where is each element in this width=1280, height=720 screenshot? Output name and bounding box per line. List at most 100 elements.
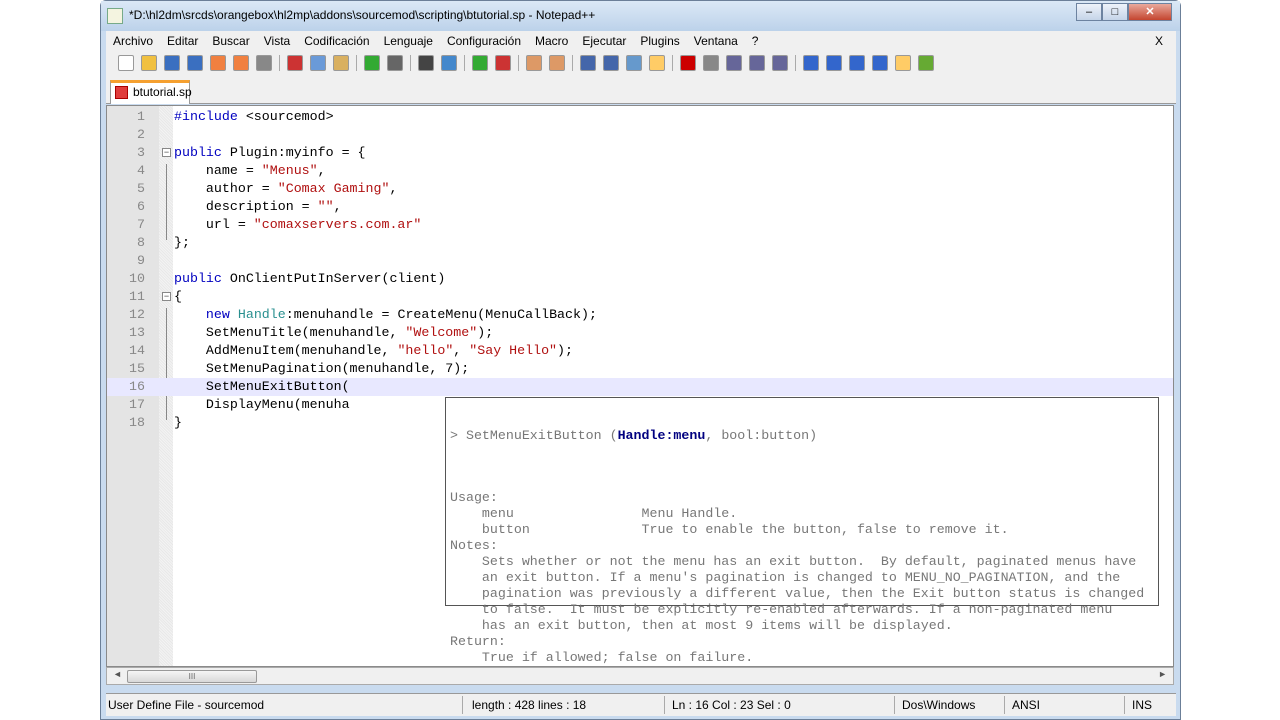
show-all-chars-icon[interactable] bbox=[603, 54, 619, 71]
scroll-left-icon[interactable]: ◄ bbox=[113, 669, 122, 679]
code-line[interactable]: 7 url = "comaxservers.com.ar" bbox=[107, 216, 1173, 234]
code-line[interactable]: 12 new Handle:menuhandle = CreateMenu(Me… bbox=[107, 306, 1173, 324]
save-icon[interactable] bbox=[164, 54, 180, 71]
indent-guide-icon[interactable] bbox=[626, 54, 642, 71]
line-number: 3 bbox=[137, 145, 145, 160]
find-icon[interactable] bbox=[418, 54, 434, 71]
menu-configuracin[interactable]: Configuración bbox=[440, 34, 528, 48]
menu-plugins[interactable]: Plugins bbox=[633, 34, 686, 48]
code-line[interactable]: 5 author = "Comax Gaming", bbox=[107, 180, 1173, 198]
close-icon[interactable] bbox=[210, 54, 226, 71]
notepadpp-window: *D:\hl2dm\srcds\orangebox\hl2mp\addons\s… bbox=[100, 0, 1181, 720]
close-document-button[interactable]: X bbox=[1148, 34, 1170, 48]
fold-collapse-icon[interactable]: − bbox=[162, 148, 171, 157]
code-line[interactable]: 16 SetMenuExitButton( bbox=[107, 378, 1173, 396]
save-macro-icon[interactable] bbox=[772, 54, 788, 71]
open-file-icon[interactable] bbox=[141, 54, 157, 71]
menu-editar[interactable]: Editar bbox=[160, 34, 205, 48]
code-text: SetMenuExitButton( bbox=[174, 378, 350, 396]
menu-macro[interactable]: Macro bbox=[528, 34, 575, 48]
code-line[interactable]: 9 bbox=[107, 252, 1173, 270]
code-text: { bbox=[174, 288, 182, 306]
line-number: 10 bbox=[129, 271, 145, 286]
zoom-in-icon[interactable] bbox=[472, 54, 488, 71]
calltip-line: True if allowed; false on failure. bbox=[450, 650, 754, 665]
document-map-icon[interactable] bbox=[895, 54, 911, 71]
word-wrap-icon[interactable] bbox=[580, 54, 596, 71]
spell-check-icon[interactable] bbox=[918, 54, 934, 71]
toolbar bbox=[106, 51, 1176, 74]
redo-icon[interactable] bbox=[387, 54, 403, 71]
code-token: "" bbox=[317, 199, 334, 214]
new-file-icon[interactable] bbox=[118, 54, 134, 71]
code-line[interactable]: 13 SetMenuTitle(menuhandle, "Welcome"); bbox=[107, 324, 1173, 342]
cut-icon[interactable] bbox=[287, 54, 303, 71]
close-all-icon[interactable] bbox=[233, 54, 249, 71]
code-token: #include bbox=[174, 109, 238, 124]
menu-archivo[interactable]: Archivo bbox=[106, 34, 160, 48]
stop-record-icon[interactable] bbox=[703, 54, 719, 71]
code-line[interactable]: 6 description = "", bbox=[107, 198, 1173, 216]
menu-codificacin[interactable]: Codificación bbox=[297, 34, 376, 48]
menu-buscar[interactable]: Buscar bbox=[205, 34, 256, 48]
fold-collapse-icon[interactable]: − bbox=[162, 292, 171, 301]
fold-all-icon[interactable] bbox=[803, 54, 819, 71]
copy-icon[interactable] bbox=[310, 54, 326, 71]
code-token: , bbox=[317, 163, 326, 178]
code-token: OnClientPutInServer(client) bbox=[221, 271, 446, 286]
menu-?[interactable]: ? bbox=[745, 34, 766, 48]
zoom-out-icon[interactable] bbox=[495, 54, 511, 71]
code-line[interactable]: 4 name = "Menus", bbox=[107, 162, 1173, 180]
code-token: , bbox=[453, 343, 470, 358]
calltip-line: Usage: bbox=[450, 490, 498, 505]
toolbar-separator bbox=[464, 54, 465, 71]
status-length: length : 428 lines : 18 bbox=[472, 698, 587, 712]
menu-ejecutar[interactable]: Ejecutar bbox=[575, 34, 633, 48]
line-number: 6 bbox=[137, 199, 145, 214]
undo-icon[interactable] bbox=[364, 54, 380, 71]
sync-vertical-icon[interactable] bbox=[526, 54, 542, 71]
save-all-icon[interactable] bbox=[187, 54, 203, 71]
code-line[interactable]: 11 −{ bbox=[107, 288, 1173, 306]
replace-icon[interactable] bbox=[441, 54, 457, 71]
code-token: }; bbox=[174, 235, 190, 250]
calltip-line: button True to enable the button, false … bbox=[450, 522, 1009, 537]
print-icon[interactable] bbox=[256, 54, 272, 71]
menu-lenguaje[interactable]: Lenguaje bbox=[377, 34, 440, 48]
up-icon[interactable] bbox=[826, 54, 842, 71]
code-line[interactable]: 14 AddMenuItem(menuhandle, "hello", "Say… bbox=[107, 342, 1173, 360]
paste-icon[interactable] bbox=[333, 54, 349, 71]
user-lang-icon[interactable] bbox=[649, 54, 665, 71]
down-icon[interactable] bbox=[849, 54, 865, 71]
run-macro-multiple-icon[interactable] bbox=[749, 54, 765, 71]
toolbar-separator bbox=[672, 54, 673, 71]
menu-vista[interactable]: Vista bbox=[257, 34, 297, 48]
close-button[interactable]: ✕ bbox=[1128, 3, 1172, 21]
code-token: description = bbox=[174, 199, 318, 214]
code-line[interactable]: 1 #include <sourcemod> bbox=[107, 108, 1173, 126]
scroll-right-icon[interactable]: ► bbox=[1158, 669, 1167, 679]
code-token: <sourcemod> bbox=[237, 109, 334, 124]
minimize-button[interactable]: – bbox=[1076, 3, 1102, 21]
tab-btutorial[interactable]: btutorial.sp bbox=[110, 80, 192, 104]
code-line[interactable]: 10 public OnClientPutInServer(client) bbox=[107, 270, 1173, 288]
calltip-line: Notes: bbox=[450, 538, 498, 553]
code-line[interactable]: 3 − public Plugin:myinfo = { bbox=[107, 144, 1173, 162]
scrollbar-thumb[interactable]: III bbox=[127, 670, 257, 683]
play-macro-icon[interactable] bbox=[726, 54, 742, 71]
code-text: #include <sourcemod> bbox=[174, 108, 334, 126]
menu-ventana[interactable]: Ventana bbox=[687, 34, 745, 48]
maximize-button[interactable]: □ bbox=[1102, 3, 1128, 21]
record-macro-icon[interactable] bbox=[680, 54, 696, 71]
code-line[interactable]: 2 bbox=[107, 126, 1173, 144]
status-encoding: ANSI bbox=[1012, 698, 1041, 712]
unfold-icon[interactable] bbox=[872, 54, 888, 71]
sync-horizontal-icon[interactable] bbox=[549, 54, 565, 71]
horizontal-scrollbar[interactable]: ◄ III ► bbox=[106, 667, 1174, 685]
calltip-line bbox=[450, 474, 1154, 490]
code-line[interactable]: 8}; bbox=[107, 234, 1173, 252]
calltip-line: an exit button. If a menu's pagination i… bbox=[450, 570, 1121, 585]
code-line[interactable]: 15 SetMenuPagination(menuhandle, 7); bbox=[107, 360, 1173, 378]
